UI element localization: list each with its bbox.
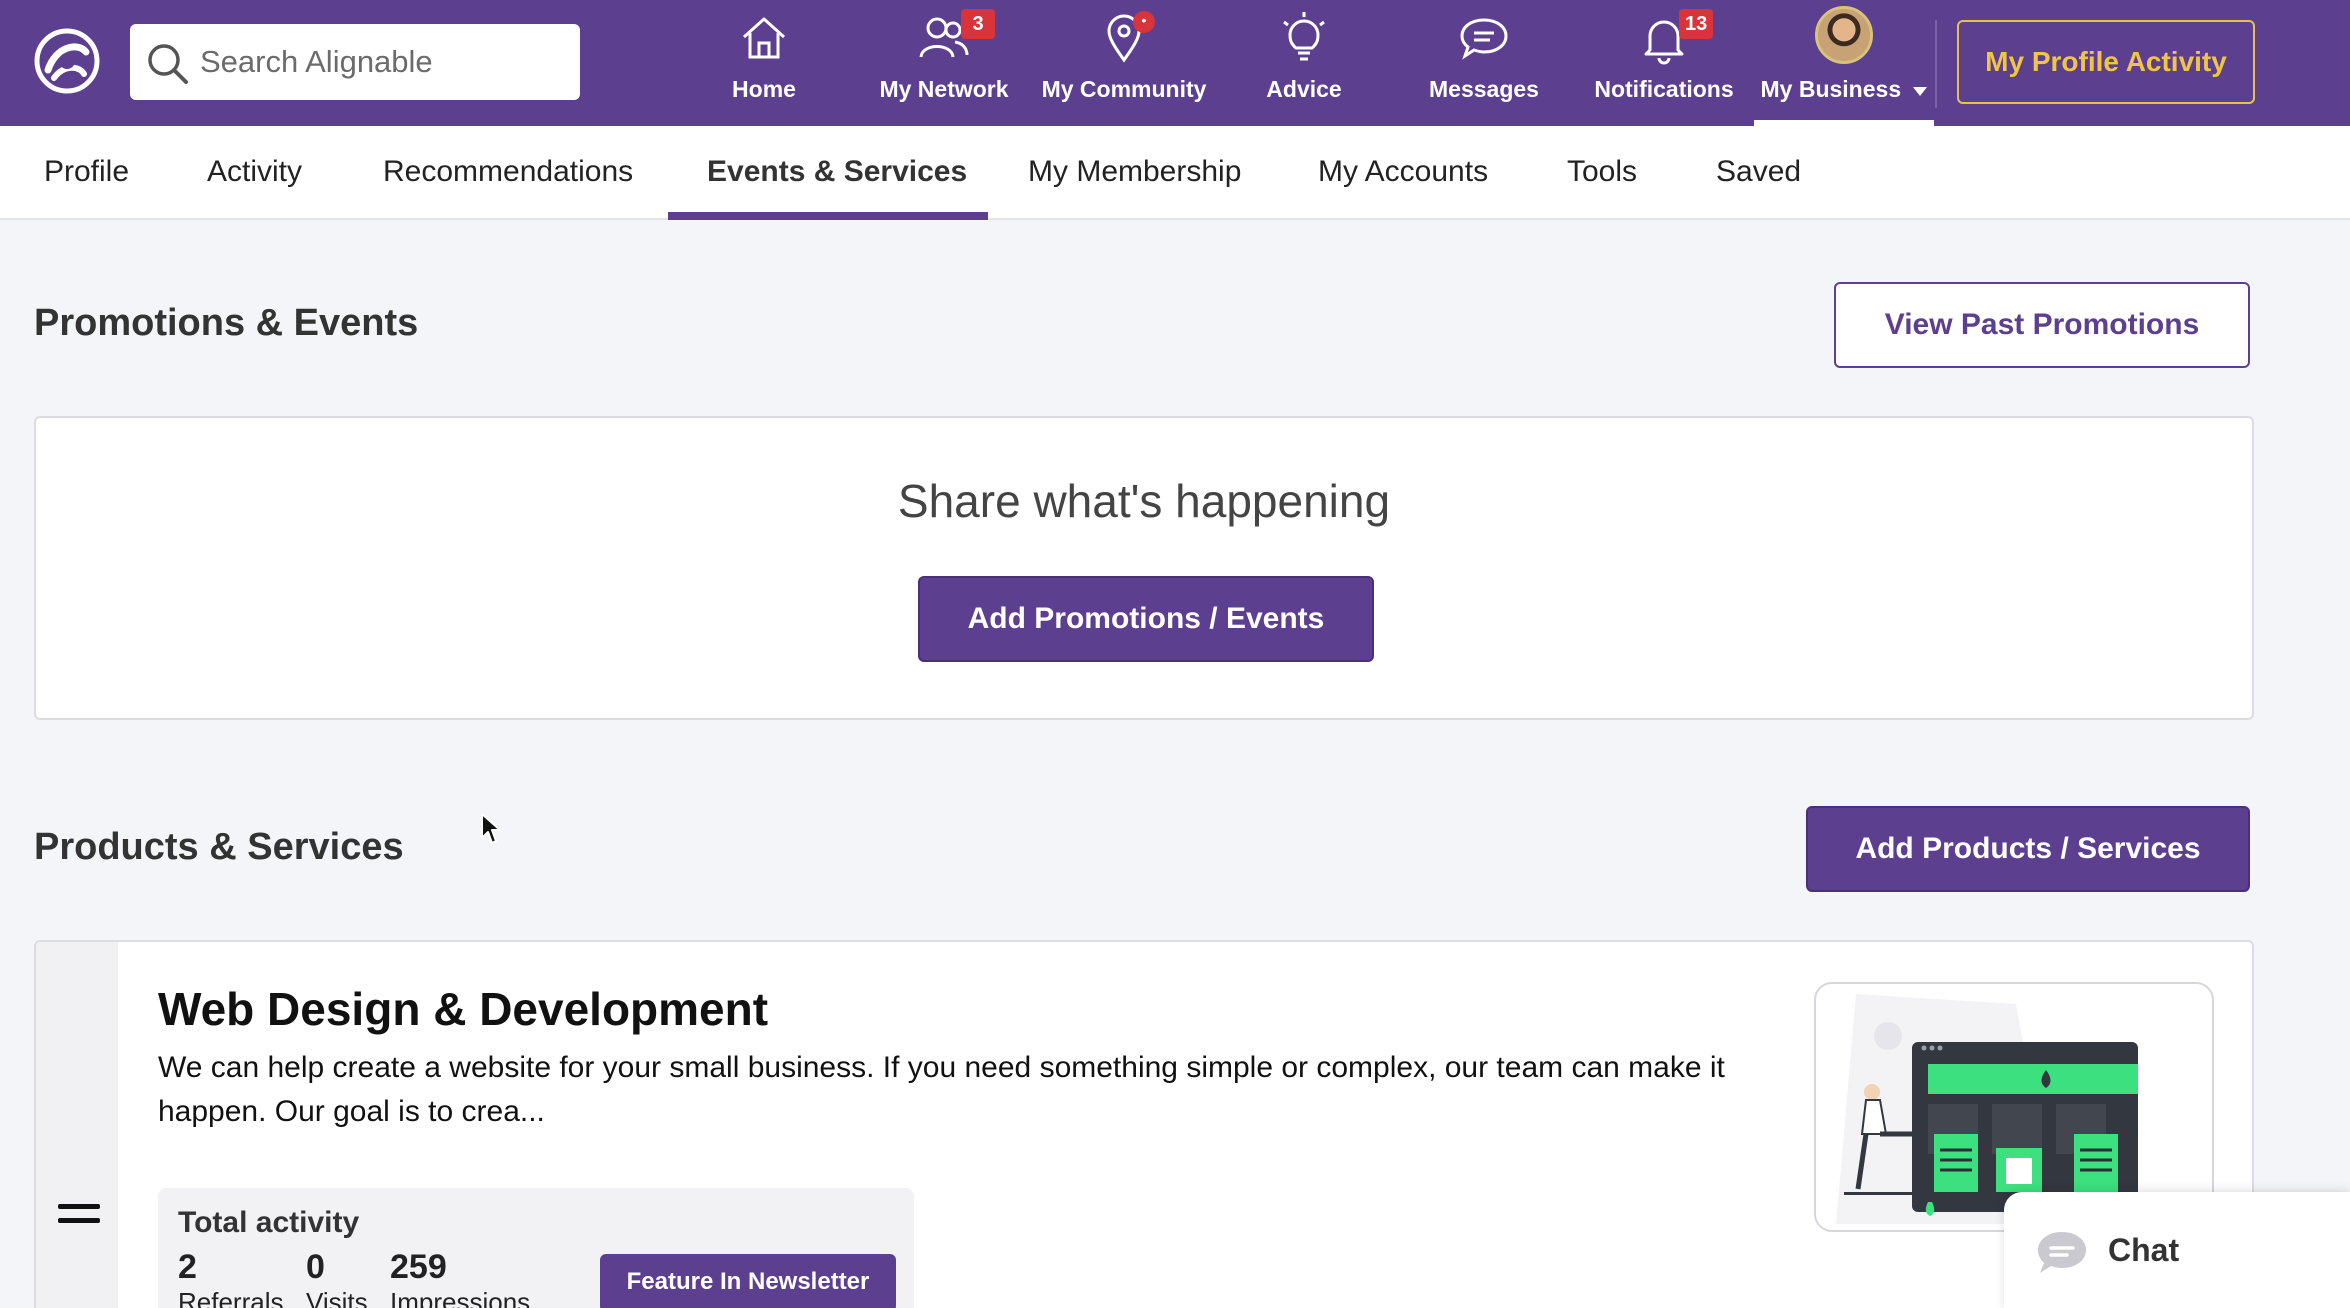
share-card: Share what's happening Add Promotions / … — [34, 416, 2254, 720]
nav-my-community-label: My Community — [1041, 76, 1207, 102]
nav-notifications-label: Notifications — [1594, 76, 1734, 102]
stat-impressions-label: Impressions — [390, 1287, 531, 1308]
active-tab-indicator — [668, 212, 988, 220]
share-prompt: Share what's happening — [897, 475, 1391, 527]
community-badge: • — [1133, 11, 1155, 33]
tab-my-accounts[interactable]: My Accounts — [1318, 126, 1488, 220]
stat-referrals-value: 2 — [178, 1248, 197, 1286]
stat-visits-value: 0 — [306, 1248, 325, 1286]
home-icon — [742, 17, 786, 59]
tab-recommendations[interactable]: Recommendations — [383, 126, 633, 220]
chat-bubble-icon — [1460, 18, 1508, 60]
tab-profile[interactable]: Profile — [44, 126, 129, 220]
product-description: We can help create a website for your sm… — [158, 1051, 1725, 1128]
nav-messages-label: Messages — [1429, 76, 1539, 102]
product-title[interactable]: Web Design & Development — [158, 982, 768, 1036]
tab-activity[interactable]: Activity — [207, 126, 302, 220]
nav-home[interactable]: Home — [679, 0, 849, 126]
stat-referrals: 2 Referrals — [178, 1248, 283, 1308]
caret-down-icon — [1912, 86, 1927, 96]
chat-icon — [2038, 1232, 2086, 1273]
nav-home-label: Home — [732, 76, 796, 102]
activity-title: Total activity — [178, 1206, 360, 1239]
search-input[interactable] — [200, 38, 560, 86]
nav-notifications[interactable]: 13 Notifications — [1579, 0, 1749, 126]
nav-messages[interactable]: Messages — [1399, 0, 1569, 126]
lightbulb-icon — [1283, 12, 1325, 61]
products-section-title: Products & Services — [34, 826, 404, 868]
add-promotions-events-button[interactable]: Add Promotions / Events — [918, 576, 1374, 662]
tab-saved[interactable]: Saved — [1716, 126, 1801, 220]
search-box[interactable] — [130, 24, 580, 100]
nav-advice-label: Advice — [1266, 76, 1342, 102]
stat-impressions-value: 259 — [390, 1248, 447, 1286]
alignable-logo-icon[interactable] — [34, 28, 100, 94]
stat-visits: 0 Visits — [306, 1248, 368, 1308]
top-navigation-bar: Home 3 My Network • My Community Adv — [0, 0, 2350, 126]
promotions-section-title: Promotions & Events — [34, 302, 419, 344]
network-badge: 3 — [961, 9, 995, 39]
avatar — [1815, 6, 1873, 64]
chat-widget[interactable]: Chat — [2004, 1192, 2350, 1308]
nav-my-network[interactable]: 3 My Network — [859, 0, 1029, 126]
search-icon — [148, 44, 188, 84]
nav-divider — [1935, 20, 1937, 108]
stat-impressions: 259 Impressions — [390, 1248, 530, 1308]
nav-my-business-label: My Business — [1759, 76, 1929, 103]
add-products-services-button[interactable]: Add Products / Services — [1806, 806, 2250, 892]
chat-label: Chat — [2108, 1232, 2180, 1268]
drag-handle-icon[interactable] — [58, 1204, 100, 1226]
my-profile-activity-button[interactable]: My Profile Activity — [1957, 20, 2255, 104]
mouse-cursor-icon — [481, 813, 501, 844]
nav-advice[interactable]: Advice — [1219, 0, 1389, 126]
nav-my-network-label: My Network — [879, 76, 1009, 102]
tab-tools[interactable]: Tools — [1567, 126, 1637, 220]
tab-my-membership[interactable]: My Membership — [1028, 126, 1241, 220]
activity-summary: Total activity 2 Referrals 0 Visits 259 … — [158, 1188, 914, 1308]
my-business-text: My Business — [1760, 76, 1902, 102]
stat-referrals-label: Referrals — [178, 1287, 284, 1308]
feature-in-newsletter-button[interactable]: Feature In Newsletter — [600, 1254, 896, 1308]
stat-visits-label: Visits — [306, 1287, 368, 1308]
view-past-promotions-button[interactable]: View Past Promotions — [1834, 282, 2250, 368]
notifications-badge: 13 — [1679, 9, 1714, 39]
product-card: Web Design & Development We can help cre… — [34, 940, 2254, 1308]
profile-tabs: Profile Activity Recommendations Events … — [0, 126, 2350, 220]
tab-events-services[interactable]: Events & Services — [707, 126, 967, 220]
drag-column — [36, 942, 118, 1308]
nav-my-business[interactable]: My Business — [1759, 0, 1929, 126]
nav-my-community[interactable]: • My Community — [1039, 0, 1209, 126]
